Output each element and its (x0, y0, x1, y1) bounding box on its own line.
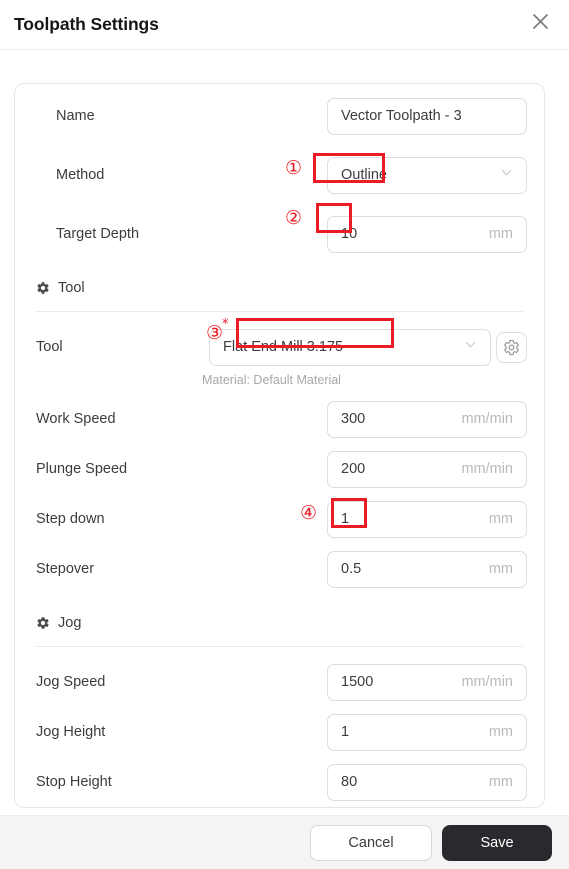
row-step-down: Step down 1 mm (15, 494, 544, 544)
method-select[interactable]: Outline (327, 156, 527, 194)
step-down-label: Step down (36, 511, 105, 527)
row-tool: Tool Flat End Mill 3.175 (15, 322, 544, 372)
jog-section-divider (36, 646, 523, 647)
gear-icon (36, 616, 50, 630)
row-target-depth: Target Depth 10 mm (15, 209, 544, 259)
close-icon[interactable] (523, 4, 557, 38)
cancel-button[interactable]: Cancel (310, 824, 432, 861)
target-depth-value: 10 (341, 226, 358, 242)
dialog-footer: Cancel Save (0, 815, 569, 869)
row-work-speed: Work Speed 300 mm/min (15, 394, 544, 444)
tool-select[interactable]: Flat End Mill 3.175 (209, 328, 491, 366)
settings-scroll-area[interactable]: Name Vector Toolpath - 3 Method Outline (0, 50, 569, 815)
jog-speed-field[interactable]: 1500 mm/min (327, 663, 527, 701)
work-speed-field[interactable]: 300 mm/min (327, 400, 527, 438)
stop-height-value: 80 (341, 774, 358, 790)
work-speed-label: Work Speed (36, 411, 116, 427)
settings-card: Name Vector Toolpath - 3 Method Outline (14, 83, 545, 808)
jog-height-label: Jog Height (36, 724, 106, 740)
target-depth-field[interactable]: 10 mm (327, 215, 527, 253)
row-jog-height: Jog Height 1 mm (15, 707, 544, 757)
plunge-speed-field[interactable]: 200 mm/min (327, 450, 527, 488)
save-button[interactable]: Save (442, 824, 552, 861)
jog-section-header: Jog (15, 600, 544, 646)
plunge-speed-label: Plunge Speed (36, 461, 128, 477)
step-down-value: 1 (341, 511, 350, 527)
row-stepover: Stepover 0.5 mm (15, 544, 544, 594)
work-speed-unit: mm/min (461, 411, 513, 427)
material-note: Material: Default Material (202, 373, 341, 387)
name-field[interactable]: Vector Toolpath - 3 (327, 97, 527, 135)
dialog-header: Toolpath Settings (0, 0, 569, 50)
target-depth-unit: mm (488, 226, 513, 242)
work-speed-value: 300 (341, 411, 366, 427)
plunge-speed-unit: mm/min (461, 461, 513, 477)
tool-section-divider (36, 311, 523, 312)
step-down-field[interactable]: 1 mm (327, 500, 527, 538)
tool-section-title: Tool (58, 280, 85, 296)
jog-speed-label: Jog Speed (36, 674, 106, 690)
step-down-unit: mm (488, 511, 513, 527)
row-name: Name Vector Toolpath - 3 (15, 91, 544, 141)
stepover-unit: mm (488, 561, 513, 577)
stop-height-label: Stop Height (36, 774, 112, 790)
gear-icon (36, 281, 50, 295)
stop-height-unit: mm (488, 774, 513, 790)
name-label: Name (56, 108, 95, 124)
tool-section-header: Tool (15, 265, 544, 311)
chevron-down-icon (500, 166, 513, 184)
stepover-value: 0.5 (341, 561, 362, 577)
chevron-down-icon (464, 338, 477, 356)
method-value: Outline (341, 167, 387, 183)
toolpath-settings-dialog: Toolpath Settings Name Vector Toolpath -… (0, 0, 569, 869)
jog-section-title: Jog (58, 615, 82, 631)
jog-speed-value: 1500 (341, 674, 374, 690)
jog-speed-unit: mm/min (461, 674, 513, 690)
name-value: Vector Toolpath - 3 (341, 108, 462, 124)
row-method: Method Outline (15, 150, 544, 200)
row-plunge-speed: Plunge Speed 200 mm/min (15, 444, 544, 494)
jog-height-field[interactable]: 1 mm (327, 713, 527, 751)
plunge-speed-value: 200 (341, 461, 366, 477)
row-stop-height: Stop Height 80 mm (15, 757, 544, 807)
jog-height-unit: mm (488, 724, 513, 740)
stop-height-field[interactable]: 80 mm (327, 763, 527, 801)
method-label: Method (56, 167, 105, 183)
tool-label: Tool (36, 339, 63, 355)
jog-height-value: 1 (341, 724, 350, 740)
gear-icon (504, 339, 519, 355)
tool-value: Flat End Mill 3.175 (223, 339, 344, 355)
row-jog-speed: Jog Speed 1500 mm/min (15, 657, 544, 707)
stepover-label: Stepover (36, 561, 95, 577)
page-title: Toolpath Settings (14, 14, 159, 34)
target-depth-label: Target Depth (56, 226, 140, 242)
stepover-field[interactable]: 0.5 mm (327, 550, 527, 588)
tool-settings-button[interactable] (496, 331, 527, 363)
